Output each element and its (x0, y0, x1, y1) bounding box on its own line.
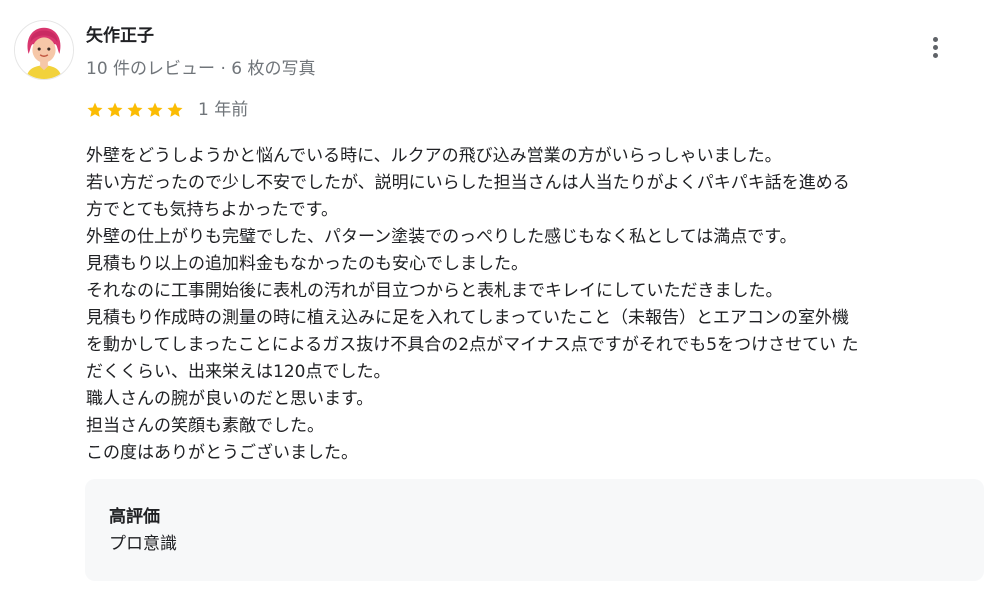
review-text-line: 職人さんの腕が良いのだと思います。 (86, 389, 374, 409)
review-text-line: 見積もり以上の追加料金もなかったのも安心でしました。 (86, 254, 528, 274)
review-text-line: 外壁の仕上がりも完璧でした、パターン塗装でのっぺりした感じもなく私としては満点で… (86, 227, 797, 247)
reviewer-meta[interactable]: 10 件のレビュー · 6 枚の写真 (86, 57, 315, 81)
more-vertical-icon-dot (932, 44, 938, 50)
review-text-line: 見積もり作成時の測量の時に植え込みに足を入れてしまっていたこと（未報告）とエアコ… (86, 308, 849, 328)
more-options-button[interactable] (918, 30, 952, 64)
review-text-line: 外壁をどうしようかと悩んでいる時に、ルクアの飛び込み営業の方がいらっしゃいました… (86, 146, 782, 166)
review-text-line: それなのに工事開始後に表札の汚れが目立つからと表札までキレイにしていただきました… (86, 281, 783, 301)
review-text-line: だくくらい、出来栄えは120点でした。 (86, 362, 391, 382)
highlight-value: プロ意識 (109, 534, 177, 554)
avatar-woman-red-hair-icon (15, 21, 73, 79)
highlight-title: 高評価 (109, 507, 160, 527)
review-text-line: 方でとても気持ちよかったです。 (86, 200, 338, 220)
review-text-line: 担当さんの笑顔も素敵でした。 (86, 416, 324, 436)
reviewer-name[interactable]: 矢作正子 (86, 24, 154, 48)
star-icon (87, 102, 103, 117)
review-text-line: この度はありがとうございました。 (86, 443, 358, 463)
star-icon (107, 102, 123, 117)
review-text-line: を動かしてしまったことによるガス抜け不具合の2点がマイナス点ですがそれでも5をつ… (86, 335, 859, 355)
review-date: 1 年前 (198, 100, 249, 120)
rating-row: 1 年前 (86, 97, 248, 123)
star-icon (167, 102, 183, 117)
review-text: 外壁をどうしようかと悩んでいる時に、ルクアの飛び込み営業の方がいらっしゃいました… (86, 143, 986, 467)
highlight-card: 高評価 プロ意識 (85, 479, 984, 581)
star-rating (86, 101, 184, 119)
more-vertical-icon (932, 36, 938, 42)
star-icon (127, 102, 143, 117)
review-text-line: 若い方だったので少し不安でしたが、説明にいらした担当さんは人当たりがよくパキパキ… (86, 173, 850, 193)
star-icon (147, 102, 163, 117)
more-vertical-icon-dot (932, 52, 938, 58)
reviewer-avatar[interactable] (14, 20, 74, 80)
